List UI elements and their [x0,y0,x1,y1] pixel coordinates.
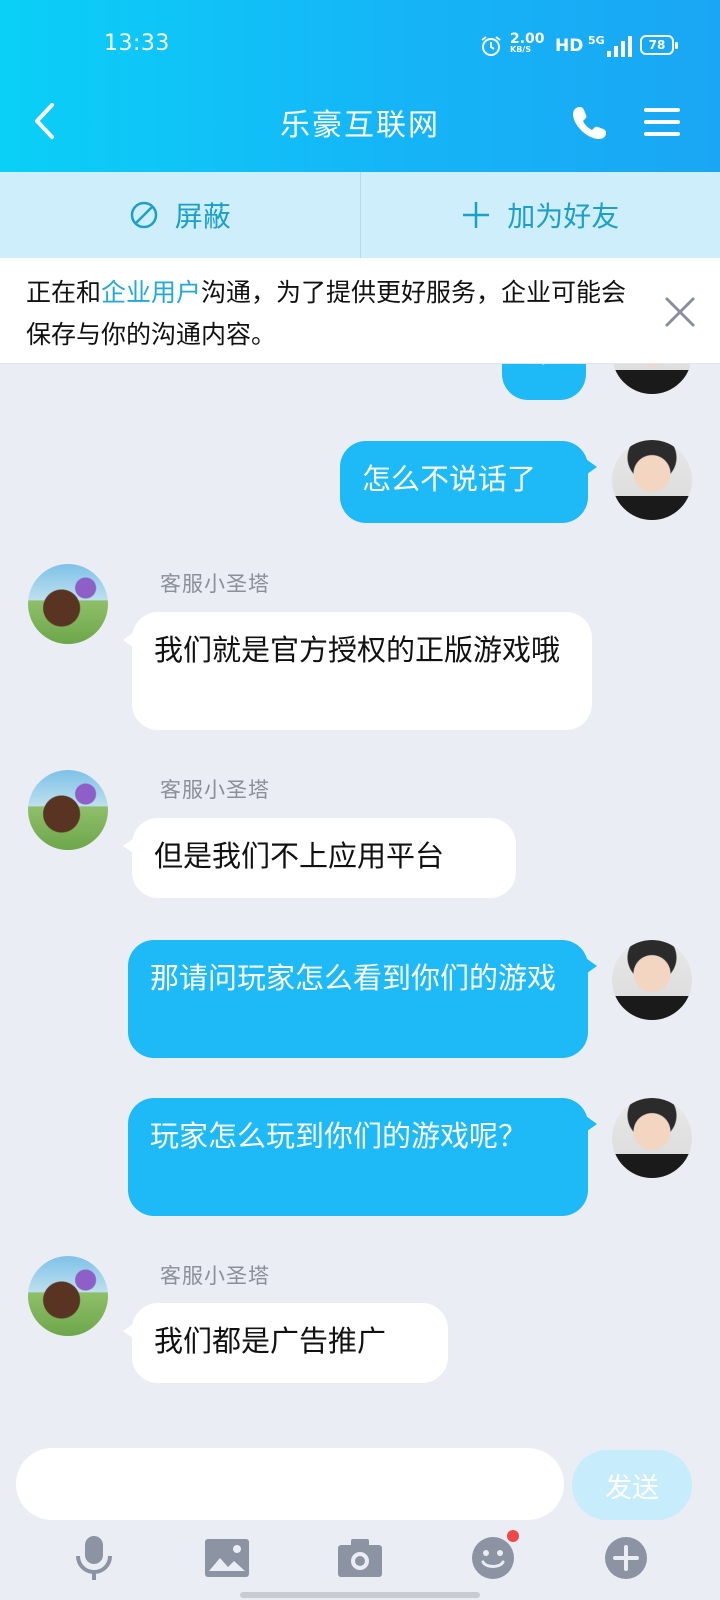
notice-prefix: 正在和 [26,278,102,307]
camera-icon [337,1539,382,1577]
camera-button[interactable] [332,1530,388,1586]
voice-button[interactable] [66,1530,122,1586]
signal-icon: 5G [588,28,635,64]
message-bubble-incoming[interactable]: 但是我们不上应用平台 [123,818,516,898]
message-bubble-incoming[interactable]: 我们都是广告推广 [123,1303,448,1383]
battery-level: 78 [648,38,666,52]
menu-button[interactable] [640,100,684,144]
close-icon [664,296,696,328]
emoji-icon [471,1537,514,1579]
home-indicator [240,1592,480,1598]
notification-dot [506,1530,519,1542]
add-friend-button[interactable]: 加为好友 [361,172,720,258]
action-bar: 屏蔽 加为好友 [0,172,720,258]
sender-name: 客服小圣塔 [160,778,270,802]
avatar[interactable] [28,770,108,850]
image-icon [205,1539,250,1577]
privacy-notice: 正在和企业用户沟通，为了提供更好服务，企业可能会保存与你的沟通内容。 [0,258,720,364]
battery-icon: 78 [640,35,678,55]
plus-icon [463,202,490,228]
input-toolbar [0,1526,720,1590]
sender-name: 客服小圣塔 [160,572,270,596]
message-input[interactable] [16,1448,564,1520]
hd-indicator: HD [555,36,584,56]
add-friend-label: 加为好友 [507,200,620,233]
notice-highlight: 企业用户 [101,278,202,307]
avatar[interactable] [612,1098,692,1178]
phone-icon [573,107,606,139]
call-button[interactable] [568,100,612,144]
network-speed-value: 2.00 [510,31,545,47]
image-button[interactable] [199,1530,255,1586]
avatar[interactable] [28,1256,108,1336]
message-bubble-outgoing[interactable]: 玩家怎么玩到你们的游戏呢？ [128,1098,597,1216]
message-bubble-outgoing[interactable]: 怎么不说话了 [340,441,597,523]
microphone-icon [76,1536,113,1580]
message-bubble-incoming[interactable]: 我们就是官方授权的正版游戏哦 [123,612,592,730]
block-button[interactable]: 屏蔽 [0,172,361,258]
avatar[interactable] [612,940,692,1020]
block-icon [130,201,157,229]
alarm-icon [480,28,502,64]
more-button[interactable] [598,1530,654,1586]
avatar[interactable] [28,564,108,644]
network-speed: 2.00 KB/S [510,32,545,60]
emoji-button[interactable] [465,1530,521,1586]
notice-close-button[interactable] [662,294,698,330]
notice-text: 正在和企业用户沟通，为了提供更好服务，企业可能会保存与你的沟通内容。 [26,272,651,356]
network-speed-unit: KB/S [510,45,531,54]
status-time: 13:33 [104,31,170,56]
status-bar: 13:33 2.00 KB/S HD 5G 78 [0,28,720,64]
sender-name: 客服小圣塔 [160,1264,270,1288]
block-label: 屏蔽 [174,200,231,233]
chat-header: 13:33 2.00 KB/S HD 5G 78 乐豪互联网 [0,0,720,172]
plus-circle-icon [604,1537,647,1579]
network-type: 5G [588,34,605,47]
send-button[interactable]: 发送 [572,1450,692,1520]
menu-icon [644,108,680,136]
chat-title: 乐豪互联网 [280,108,440,143]
message-bubble-outgoing[interactable]: 那请问玩家怎么看到你们的游戏 [128,940,597,1058]
input-area: 发送 [0,1416,720,1600]
avatar[interactable] [612,440,692,520]
